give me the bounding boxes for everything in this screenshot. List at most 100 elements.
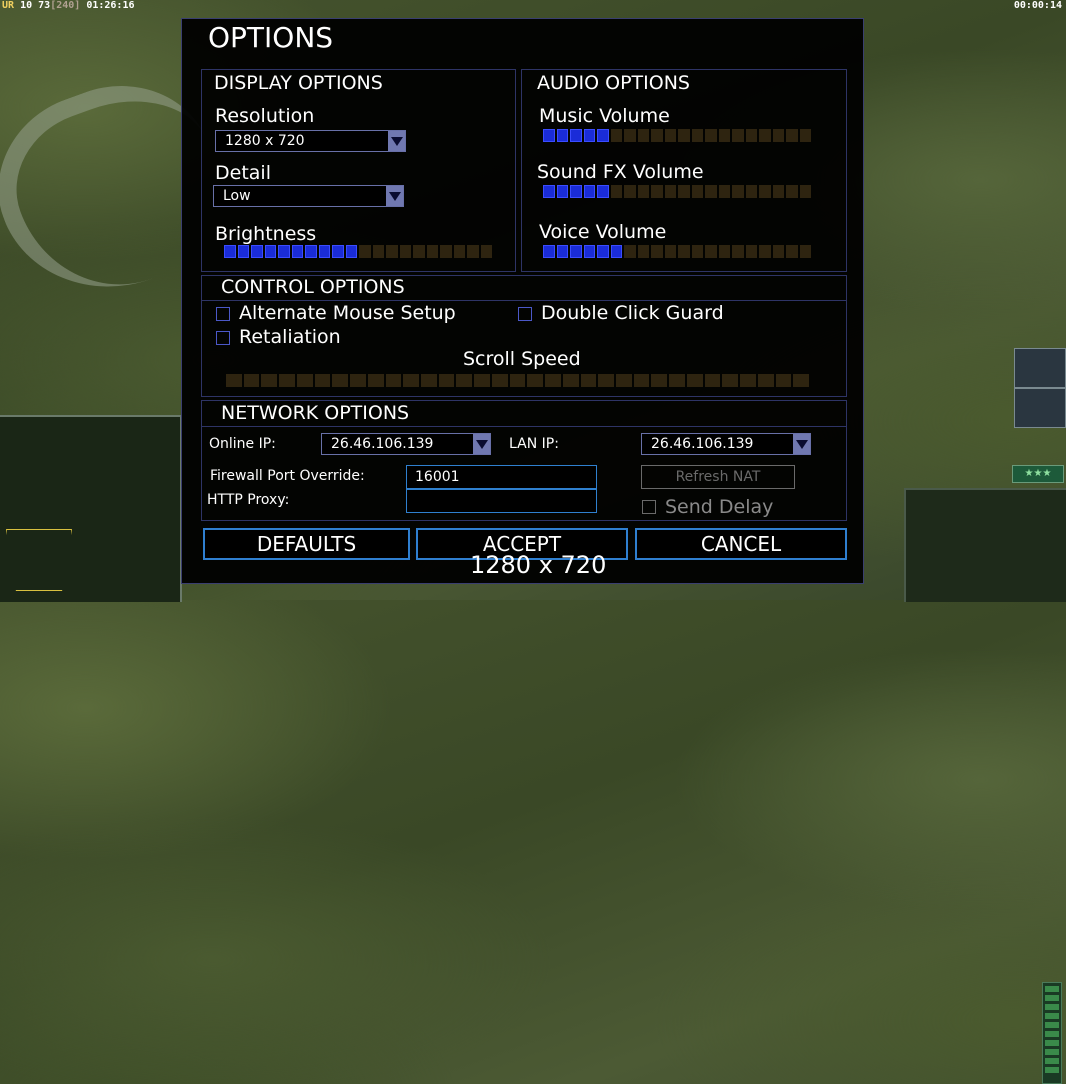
slider-segment[interactable] (261, 374, 278, 387)
slider-segment[interactable] (509, 374, 526, 387)
slider-segment[interactable] (691, 245, 703, 258)
send-delay-label[interactable]: Send Delay (665, 496, 773, 518)
slider-segment[interactable] (597, 129, 609, 142)
slider-segment[interactable] (664, 185, 676, 198)
slider-segment[interactable] (718, 185, 730, 198)
slider-segment[interactable] (664, 245, 676, 258)
slider-segment[interactable] (385, 374, 402, 387)
slider-segment[interactable] (580, 374, 597, 387)
slider-segment[interactable] (453, 245, 465, 258)
slider-segment[interactable] (332, 374, 349, 387)
slider-segment[interactable] (456, 374, 473, 387)
slider-segment[interactable] (583, 129, 595, 142)
retaliation-label[interactable]: Retaliation (239, 326, 341, 348)
slider-segment[interactable] (616, 374, 632, 387)
slider-segment[interactable] (491, 374, 508, 387)
slider-segment[interactable] (421, 374, 437, 387)
slider-segment[interactable] (772, 129, 784, 142)
slider-segment[interactable] (467, 245, 479, 258)
voice-volume-slider[interactable] (543, 245, 813, 258)
double-click-guard-label[interactable]: Double Click Guard (541, 302, 724, 324)
slider-segment[interactable] (678, 129, 690, 142)
slider-segment[interactable] (224, 245, 236, 258)
slider-segment[interactable] (264, 245, 276, 258)
slider-segment[interactable] (350, 374, 366, 387)
minimap[interactable] (0, 415, 182, 602)
slider-segment[interactable] (237, 245, 249, 258)
alt-mouse-checkbox[interactable] (216, 307, 230, 321)
slider-segment[interactable] (799, 245, 811, 258)
slider-segment[interactable] (745, 129, 757, 142)
slider-segment[interactable] (562, 374, 579, 387)
retaliation-checkbox[interactable] (216, 331, 230, 345)
firewall-port-input[interactable]: 16001 (406, 465, 597, 489)
slider-segment[interactable] (367, 374, 384, 387)
slider-segment[interactable] (759, 185, 771, 198)
slider-segment[interactable] (226, 374, 242, 387)
slider-segment[interactable] (651, 185, 663, 198)
slider-segment[interactable] (678, 185, 690, 198)
slider-segment[interactable] (583, 245, 595, 258)
slider-segment[interactable] (556, 129, 568, 142)
http-proxy-input[interactable] (406, 489, 597, 513)
slider-segment[interactable] (438, 374, 455, 387)
slider-segment[interactable] (775, 374, 792, 387)
slider-segment[interactable] (403, 374, 419, 387)
slider-segment[interactable] (318, 245, 330, 258)
slider-segment[interactable] (637, 129, 649, 142)
slider-segment[interactable] (610, 185, 622, 198)
online-ip-dropdown[interactable]: 26.46.106.139 (321, 433, 491, 455)
slider-segment[interactable] (637, 245, 649, 258)
slider-segment[interactable] (545, 374, 561, 387)
slider-segment[interactable] (291, 245, 303, 258)
chevron-down-icon[interactable] (473, 434, 490, 454)
lan-ip-dropdown[interactable]: 26.46.106.139 (641, 433, 811, 455)
slider-segment[interactable] (799, 185, 811, 198)
slider-segment[interactable] (651, 245, 663, 258)
slider-segment[interactable] (624, 185, 636, 198)
slider-segment[interactable] (251, 245, 263, 258)
slider-segment[interactable] (718, 129, 730, 142)
slider-segment[interactable] (745, 245, 757, 258)
slider-segment[interactable] (732, 245, 744, 258)
slider-segment[interactable] (372, 245, 384, 258)
resolution-dropdown[interactable]: 1280 x 720 (215, 130, 406, 152)
slider-segment[interactable] (705, 129, 717, 142)
slider-segment[interactable] (474, 374, 490, 387)
slider-segment[interactable] (745, 185, 757, 198)
helicopter-icon[interactable] (1014, 388, 1066, 428)
slider-segment[interactable] (772, 185, 784, 198)
slider-segment[interactable] (426, 245, 438, 258)
music-volume-slider[interactable] (543, 129, 813, 142)
chevron-down-icon[interactable] (386, 186, 403, 206)
slider-segment[interactable] (570, 129, 582, 142)
slider-segment[interactable] (570, 185, 582, 198)
slider-segment[interactable] (757, 374, 774, 387)
slider-segment[interactable] (597, 185, 609, 198)
slider-segment[interactable] (527, 374, 544, 387)
slider-segment[interactable] (722, 374, 739, 387)
slider-segment[interactable] (314, 374, 331, 387)
slider-segment[interactable] (610, 129, 622, 142)
slider-segment[interactable] (543, 185, 555, 198)
defaults-button[interactable]: DEFAULTS (203, 528, 410, 560)
slider-segment[interactable] (279, 374, 295, 387)
slider-segment[interactable] (705, 185, 717, 198)
slider-segment[interactable] (583, 185, 595, 198)
slider-segment[interactable] (786, 185, 798, 198)
slider-segment[interactable] (759, 129, 771, 142)
slider-segment[interactable] (759, 245, 771, 258)
slider-segment[interactable] (651, 374, 668, 387)
slider-segment[interactable] (598, 374, 614, 387)
slider-segment[interactable] (732, 129, 744, 142)
scroll-speed-slider[interactable] (226, 374, 811, 387)
slider-segment[interactable] (793, 374, 809, 387)
slider-segment[interactable] (305, 245, 317, 258)
slider-segment[interactable] (345, 245, 357, 258)
alt-mouse-label[interactable]: Alternate Mouse Setup (239, 302, 456, 324)
refresh-nat-button[interactable]: Refresh NAT (641, 465, 795, 489)
slider-segment[interactable] (691, 185, 703, 198)
slider-segment[interactable] (278, 245, 290, 258)
slider-segment[interactable] (651, 129, 663, 142)
slider-segment[interactable] (480, 245, 492, 258)
